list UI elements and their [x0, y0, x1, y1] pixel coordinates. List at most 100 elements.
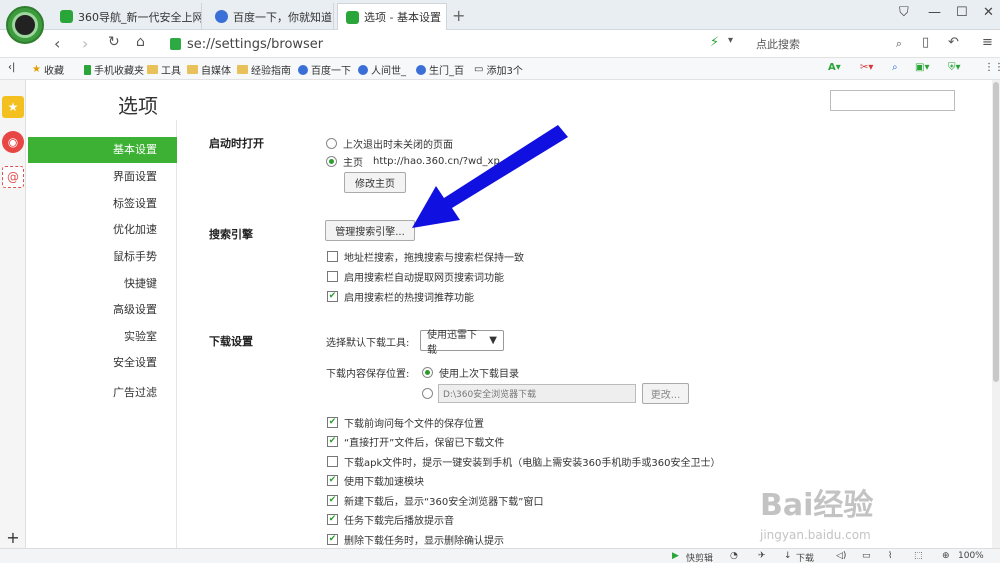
download-option-3[interactable]: 下载apk文件时，提示一键安装到手机（电脑上需安装360手机助手或360安全卫士… — [327, 454, 720, 469]
speed-dial-icon[interactable]: ◔ — [730, 551, 738, 561]
clip-icon[interactable]: ▶ — [672, 551, 679, 561]
bookmark-guide[interactable]: 经验指南 — [237, 62, 291, 77]
magnifier-icon[interactable]: ⌕ — [892, 62, 898, 73]
bookmark-renjian[interactable]: 人间世_ — [358, 62, 406, 77]
bookmark-favorites[interactable]: ★ 收藏 — [32, 62, 64, 77]
chevron-down-icon[interactable]: ▾ — [728, 35, 733, 46]
bookmark-media[interactable]: 自媒体 — [187, 62, 231, 77]
checkbox[interactable] — [327, 456, 338, 467]
minimize-button[interactable]: — — [928, 5, 941, 20]
zoom-icon[interactable]: ⊕ — [942, 551, 950, 561]
shield-icon[interactable]: ⛨▾ — [948, 62, 961, 73]
nav-tabs[interactable]: 标签设置 — [28, 191, 177, 217]
change-homepage-button[interactable]: 修改主页 — [344, 172, 406, 193]
checkbox-checked[interactable]: ✔ — [327, 514, 338, 525]
scissors-icon[interactable]: ✂▾ — [860, 62, 873, 73]
bookmark-tools[interactable]: 工具 — [147, 62, 181, 77]
url-field[interactable]: se://settings/browser — [170, 34, 746, 54]
scrollbar-thumb[interactable] — [993, 82, 999, 382]
tab-settings[interactable]: 选项 - 基本设置 ✕ — [337, 3, 447, 30]
radio-button[interactable] — [326, 138, 337, 149]
startup-heading: 启动时打开 — [209, 137, 264, 150]
checkbox-checked[interactable]: ✔ — [327, 495, 338, 506]
refresh-button[interactable]: ↻ — [108, 34, 120, 50]
tab-baidu[interactable]: 百度一下，你就知道 — [207, 3, 334, 30]
radio-button-selected[interactable] — [422, 367, 433, 378]
sidebar-toggle-icon[interactable]: ‹| — [8, 62, 15, 73]
back-button[interactable]: ‹ — [54, 34, 60, 53]
settings-search-input[interactable] — [830, 90, 955, 111]
game-icon[interactable]: ▣▾ — [915, 62, 929, 73]
favorites-star-icon[interactable]: ★ — [2, 96, 24, 118]
search-heading: 搜索引擎 — [209, 228, 253, 241]
download-option-1[interactable]: ✔ 下载前询问每个文件的保存位置 — [327, 415, 484, 430]
checkbox[interactable] — [327, 271, 338, 282]
download-icon[interactable]: ↓ — [784, 551, 792, 561]
zoom-level[interactable]: 100% — [958, 551, 984, 561]
nav-mouse-gesture[interactable]: 鼠标手势 — [28, 244, 177, 270]
checkbox-checked[interactable]: ✔ — [327, 291, 338, 302]
frame-icon[interactable]: ⬚ — [914, 551, 923, 561]
home-button[interactable]: ⌂ — [136, 34, 145, 50]
nav-adblock[interactable]: 广告过滤 — [28, 380, 177, 406]
scrollbar[interactable] — [992, 80, 1000, 548]
tab-360-nav[interactable]: 360导航_新一代安全上网 — [52, 3, 202, 30]
broom-icon[interactable]: ⌇ — [888, 551, 892, 561]
forward-button[interactable]: › — [82, 34, 88, 53]
search-input[interactable]: 点此搜索 ⌕ — [752, 34, 906, 54]
weibo-icon[interactable]: ◉ — [2, 131, 24, 153]
search-option-2[interactable]: 启用搜索栏自动提取网页搜索词功能 — [327, 269, 504, 284]
undo-icon[interactable]: ↶ — [948, 35, 959, 50]
pin-icon[interactable]: ✈ — [758, 551, 766, 561]
radio-button[interactable] — [422, 388, 433, 399]
nav-shortcuts[interactable]: 快捷键 — [28, 271, 177, 297]
clip-button[interactable]: 快剪辑 — [686, 551, 713, 564]
download-option-6[interactable]: ✔ 任务下载完后播放提示音 — [327, 512, 454, 527]
mail-icon[interactable]: @ — [2, 166, 24, 188]
maximize-button[interactable]: ☐ — [956, 5, 968, 20]
radio-button-selected[interactable] — [326, 156, 337, 167]
checkbox[interactable] — [327, 251, 338, 262]
download-tool-select[interactable]: 使用迅雷下载 ▼ — [420, 330, 504, 356]
phone-icon — [84, 64, 91, 75]
phone-icon[interactable]: ▯ — [922, 35, 929, 50]
menu-icon[interactable]: ≡ — [982, 35, 993, 50]
apps-grid-icon[interactable]: ⋮⋮ — [984, 62, 1000, 73]
sound-icon[interactable]: ◁) — [836, 551, 846, 561]
nav-interface[interactable]: 界面设置 — [28, 164, 177, 190]
bookmark-mobile[interactable]: 手机收藏夹 — [84, 62, 144, 77]
checkbox-checked[interactable]: ✔ — [327, 534, 338, 545]
nav-security[interactable]: 安全设置 — [28, 350, 177, 376]
download-option-2[interactable]: ✔ “直接打开”文件后，保留已下载文件 — [327, 434, 504, 449]
browser-logo-icon[interactable] — [6, 6, 44, 44]
search-icon[interactable]: ⌕ — [896, 37, 902, 51]
change-path-button[interactable]: 更改... — [642, 383, 689, 404]
new-tab-button[interactable]: + — [452, 6, 465, 25]
search-option-1[interactable]: 地址栏搜索，拖拽搜索与搜索栏保持一致 — [327, 249, 524, 264]
close-window-button[interactable]: ✕ — [983, 5, 994, 20]
download-use-last-option[interactable]: 使用上次下载目录 — [422, 365, 519, 380]
nav-advanced[interactable]: 高级设置 — [28, 297, 177, 323]
nav-optimize[interactable]: 优化加速 — [28, 217, 177, 243]
security-shield-icon — [170, 38, 181, 50]
add-sidebar-button[interactable]: + — [2, 526, 24, 548]
skin-icon[interactable]: ⛉ — [899, 5, 909, 20]
checkbox-checked[interactable]: ✔ — [327, 475, 338, 486]
checkbox-checked[interactable]: ✔ — [327, 417, 338, 428]
bookmark-baidu[interactable]: 百度一下 — [298, 62, 351, 77]
download-path-input[interactable]: D:\360安全浏览器下载 — [438, 384, 636, 403]
download-button[interactable]: 下载 — [796, 551, 814, 564]
nav-lab[interactable]: 实验室 — [28, 324, 177, 350]
screen-icon[interactable]: ▭ — [862, 551, 871, 561]
download-option-7[interactable]: ✔ 删除下载任务时，显示删除确认提示 — [327, 532, 504, 547]
checkbox-checked[interactable]: ✔ — [327, 436, 338, 447]
translate-icon[interactable]: A▾ — [828, 62, 841, 73]
search-option-3[interactable]: ✔ 启用搜索栏的热搜词推荐功能 — [327, 289, 474, 304]
speed-icon[interactable]: ⚡ — [710, 35, 719, 50]
download-option-4[interactable]: ✔ 使用下载加速模块 — [327, 473, 424, 488]
nav-basic[interactable]: 基本设置 — [28, 137, 177, 163]
bookmark-add-more[interactable]: ▭ 添加3个 — [474, 62, 523, 77]
download-option-5[interactable]: ✔ 新建下载后，显示“360安全浏览器下载”窗口 — [327, 493, 543, 508]
download-custom-path-option[interactable] — [422, 388, 433, 399]
bookmark-shengmen[interactable]: 生门_百 — [416, 62, 464, 77]
